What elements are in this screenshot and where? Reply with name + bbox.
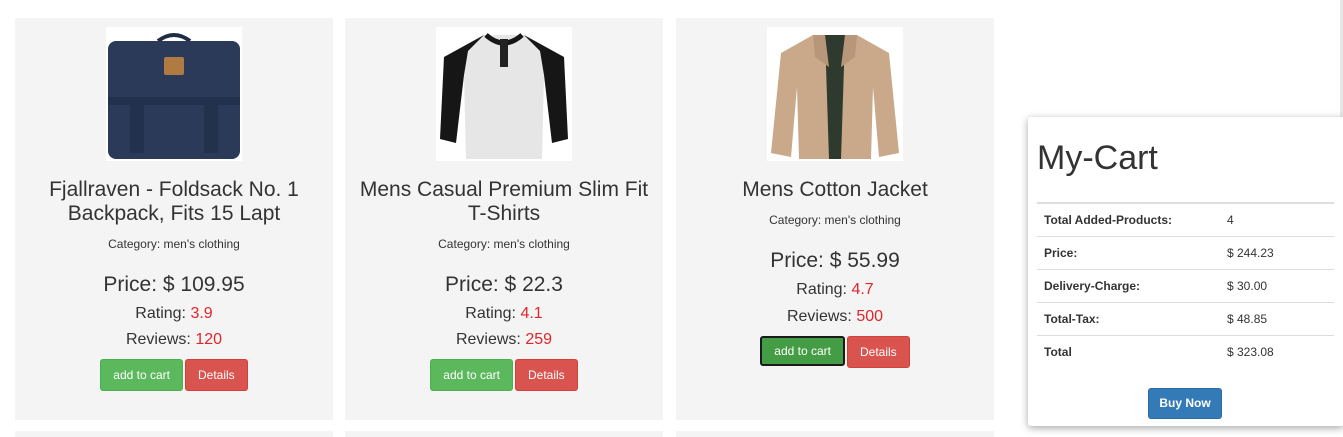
table-row: Price: $ 244.23 [1037,236,1334,270]
table-row: Delivery-Charge: $ 30.00 [1037,269,1334,303]
reviews-label: Reviews: [125,331,196,348]
add-to-cart-button[interactable]: add to cart [430,359,513,391]
summary-value: $ 323.08 [1220,335,1334,368]
details-button[interactable]: Details [185,359,248,391]
details-button[interactable]: Details [847,336,910,368]
product-title: Fjallraven - Foldsack No. 1 Backpack, Fi… [49,178,299,225]
cart-panel: My-Cart Total Added-Products: 4 Price: $ 2… [1028,117,1343,426]
reviews-value: 120 [195,331,223,348]
product-category: Category: men's clothing [769,213,901,227]
summary-label: Delivery-Charge: [1037,269,1220,303]
product-title: Mens Cotton Jacket [742,178,928,201]
cart-title: My-Cart [1037,139,1158,177]
rating-value: 4.1 [520,305,543,322]
rating-label: Rating: [465,305,521,322]
product-rating: Rating: 3.9 [15,305,333,323]
summary-value: $ 48.85 [1220,302,1334,336]
summary-label: Price: [1037,236,1220,270]
product-reviews: Reviews: 500 [676,308,994,326]
summary-label: Total [1037,335,1220,368]
product-reviews: Reviews: 120 [15,331,333,349]
details-button[interactable]: Details [515,359,578,391]
product-price: Price: $ 109.95 [103,273,245,296]
table-row: Total Added-Products: 4 [1037,202,1334,237]
product-actions: add to cart Details [15,359,333,391]
next-row-card [676,431,994,437]
next-row-card [15,431,333,437]
rating-value: 4.7 [851,281,874,298]
next-row-card [345,431,663,437]
cart-summary-table: Total Added-Products: 4 Price: $ 244.23 De… [1037,202,1334,368]
product-reviews: Reviews: 259 [345,331,663,349]
product-card: Mens Casual Premium Slim Fit T-Shirts Ca… [345,18,663,420]
table-row: Total-Tax: $ 48.85 [1037,302,1334,336]
rating-value: 3.9 [190,305,213,322]
reviews-value: 259 [525,331,553,348]
jacket-image [767,27,903,161]
add-to-cart-button[interactable]: add to cart [760,336,845,366]
reviews-label: Reviews: [786,308,857,325]
rating-label: Rating: [796,281,852,298]
summary-value: 4 [1220,202,1334,237]
buy-now-button[interactable]: Buy Now [1148,388,1222,419]
summary-value: $ 30.00 [1220,269,1334,303]
backpack-image [106,27,242,161]
tshirt-image [436,27,572,161]
summary-value: $ 244.23 [1220,236,1334,270]
product-card: Fjallraven - Foldsack No. 1 Backpack, Fi… [15,18,333,420]
product-card: Mens Cotton Jacket Category: men's cloth… [676,18,994,420]
summary-label: Total Added-Products: [1037,202,1220,237]
product-category: Category: men's clothing [438,237,570,251]
summary-label: Total-Tax: [1037,302,1220,336]
product-title: Mens Casual Premium Slim Fit T-Shirts [359,178,649,225]
product-actions: add to cart Details [345,359,663,391]
product-actions: add to cart Details [676,336,994,368]
product-rating: Rating: 4.1 [345,305,663,323]
reviews-value: 500 [856,308,884,325]
add-to-cart-button[interactable]: add to cart [100,359,183,391]
product-rating: Rating: 4.7 [676,281,994,299]
rating-label: Rating: [135,305,191,322]
reviews-label: Reviews: [455,331,526,348]
product-price: Price: $ 22.3 [445,273,563,296]
product-price: Price: $ 55.99 [770,249,900,272]
product-category: Category: men's clothing [108,237,240,251]
table-row: Total $ 323.08 [1037,335,1334,368]
